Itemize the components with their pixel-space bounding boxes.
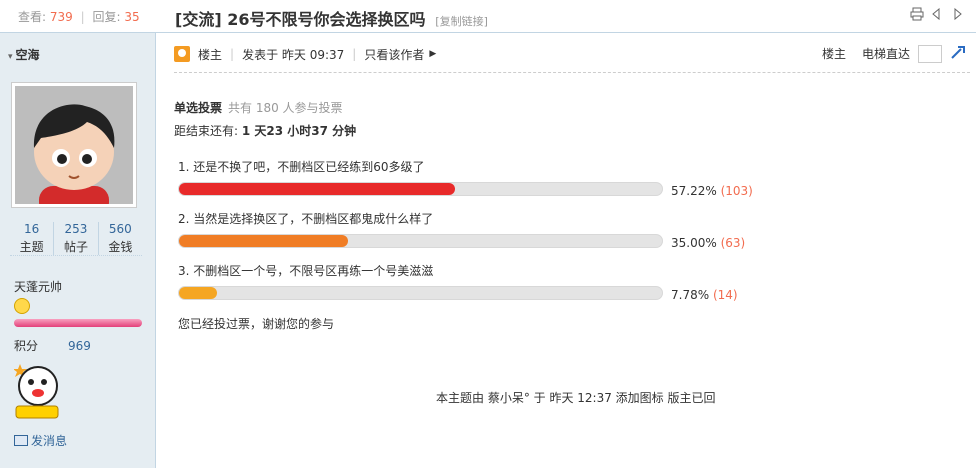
- stat-threads-label: 主题: [19, 240, 44, 254]
- poll-option-percent: 7.78%: [671, 288, 710, 302]
- send-message-label: 发消息: [31, 434, 68, 448]
- score-row: 积分 969: [14, 337, 91, 354]
- next-thread-icon[interactable]: [950, 7, 964, 21]
- poll-bar-track: [178, 182, 663, 196]
- collapse-caret-icon: ▾: [8, 52, 13, 62]
- poll-option-result: 57.22% (103): [671, 184, 753, 198]
- avatar[interactable]: [11, 82, 137, 208]
- poll-option-count: (14): [712, 288, 738, 302]
- header-divider: |: [352, 47, 357, 61]
- poll-end-label: 距结束还有:: [174, 124, 239, 138]
- views-count: 739: [49, 10, 73, 24]
- stat-money[interactable]: 560 金钱: [99, 222, 142, 255]
- header-divider-line: [174, 72, 970, 73]
- poll-type: 单选投票: [174, 101, 223, 115]
- stats-divider: |: [80, 10, 85, 24]
- author-name-text: 空海: [15, 48, 40, 62]
- poll-option-result: 35.00% (63): [671, 236, 745, 250]
- floor-number: 楼主: [821, 47, 846, 61]
- thread-title: [交流] 26号不限号你会选择换区吗: [175, 10, 426, 29]
- score-label: 积分: [14, 339, 39, 353]
- poll-option-count: (103): [720, 184, 753, 198]
- send-message-link[interactable]: 发消息: [14, 432, 67, 449]
- poll-option-label: 1. 还是不换了吧，不删档区已经练到60多级了: [178, 160, 425, 174]
- post-time: 发表于 昨天 09:37: [242, 47, 345, 62]
- poll-participants: 共有 180 人参与投票: [228, 101, 343, 115]
- envelope-icon: [14, 435, 28, 446]
- caret-right-icon: ▶: [429, 49, 437, 59]
- rank-progress-bar: [14, 319, 142, 327]
- smiley-icon: [14, 298, 30, 314]
- poll-bar-fill: [179, 183, 456, 195]
- stat-threads-value: 16: [24, 222, 40, 236]
- elevator-label: 电梯直达: [861, 47, 910, 61]
- rank-name: 天蓬元帅: [14, 280, 63, 294]
- thread-topbar: [0, 0, 976, 33]
- thread-stats: 查看: 739 | 回复: 35: [18, 8, 140, 25]
- poll-option-count: (63): [720, 236, 746, 250]
- stat-posts[interactable]: 253 帖子: [54, 222, 99, 255]
- stat-money-label: 金钱: [108, 240, 133, 254]
- poll-option-label: 3. 不删档区一个号，不限号区再练一个号美滋滋: [178, 264, 434, 278]
- floor-label: 楼主: [198, 47, 223, 62]
- poll-bar-fill: [179, 235, 349, 247]
- thread-title-area: [交流] 26号不限号你会选择换区吗 [复制链接]: [175, 6, 488, 30]
- copy-link[interactable]: [复制链接]: [435, 15, 488, 28]
- poll-summary: 单选投票 共有 180 人参与投票: [174, 99, 343, 116]
- stat-money-value: 560: [108, 222, 132, 236]
- post-header-right: 楼主 电梯直达: [822, 44, 966, 63]
- stat-posts-value: 253: [64, 222, 88, 236]
- print-icon[interactable]: [910, 7, 924, 21]
- thread-tools: [910, 7, 964, 21]
- floor-jump-input[interactable]: [918, 44, 942, 63]
- post-header: 楼主 | 发表于 昨天 09:37 | 只看该作者 ▶ 楼主 电梯直达: [174, 44, 970, 64]
- poll-option-result: 7.78% (14): [671, 288, 738, 302]
- elevator-go-icon[interactable]: [950, 44, 966, 63]
- stat-threads[interactable]: 16 主题: [10, 222, 55, 255]
- medal-icon[interactable]: [13, 362, 60, 420]
- voted-note: 您已经投过票，谢谢您的参与: [178, 317, 335, 331]
- only-author-link[interactable]: 只看该作者: [364, 46, 424, 63]
- floor-owner-icon: [174, 46, 190, 62]
- header-divider: |: [230, 47, 235, 61]
- poll-bar-track: [178, 286, 663, 300]
- replies-count: 35: [124, 10, 140, 24]
- moderation-note: 本主题由 蔡小呆° 于 昨天 12:37 添加图标 版主已回: [436, 391, 716, 405]
- score-value: 969: [68, 339, 91, 353]
- poll-option-label: 2. 当然是选择换区了，不删档区都鬼成什么样了: [178, 212, 434, 226]
- author-name[interactable]: ▾ 空海: [8, 46, 40, 63]
- poll-bar-track: [178, 234, 663, 248]
- prev-thread-icon[interactable]: [930, 7, 944, 21]
- poll-option-percent: 35.00%: [671, 236, 717, 250]
- stat-posts-label: 帖子: [63, 240, 88, 254]
- poll-option-percent: 57.22%: [671, 184, 717, 198]
- poll-end-value: 1 天23 小时37 分钟: [241, 124, 357, 138]
- views-label: 查看:: [18, 10, 47, 24]
- user-stats: 16 主题 253 帖子 560 金钱: [10, 222, 142, 256]
- poll-countdown: 距结束还有: 1 天23 小时37 分钟: [174, 122, 356, 139]
- replies-label: 回复:: [92, 10, 121, 24]
- avatar-image: [15, 86, 133, 204]
- poll-bar-fill: [179, 287, 217, 299]
